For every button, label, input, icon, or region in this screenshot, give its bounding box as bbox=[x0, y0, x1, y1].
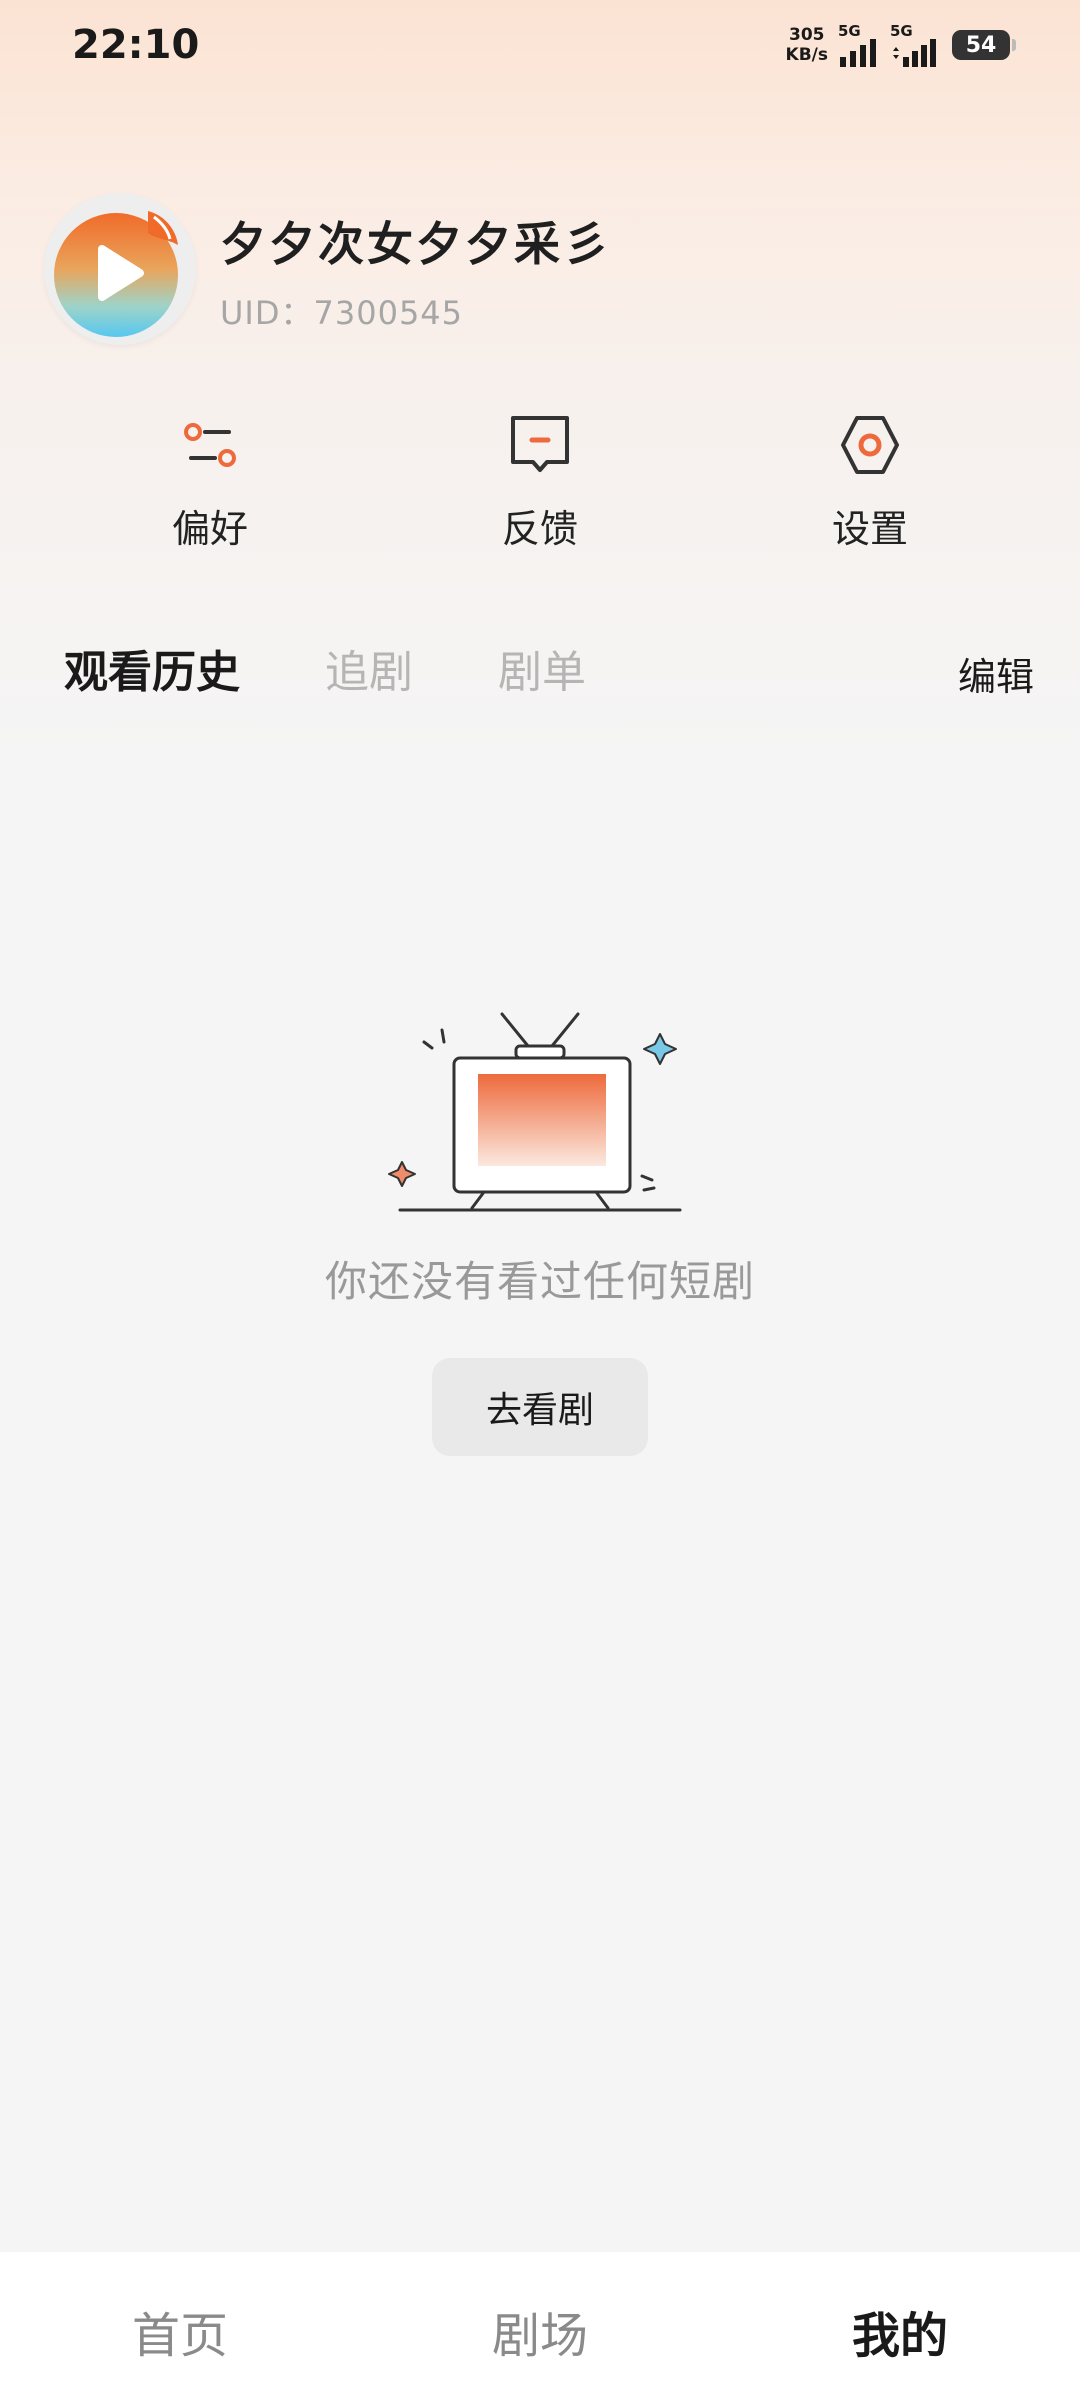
nav-mine[interactable]: 我的 bbox=[800, 2296, 1000, 2366]
avatar[interactable] bbox=[44, 193, 196, 345]
network-speed: 305 KB/s bbox=[786, 25, 828, 65]
settings-button[interactable]: 设置 bbox=[790, 410, 950, 560]
network-speed-unit: KB/s bbox=[785, 45, 828, 65]
quick-actions: 偏好 反馈 设置 bbox=[0, 410, 1080, 560]
nav-home[interactable]: 首页 bbox=[80, 2296, 280, 2366]
go-watch-button[interactable]: 去看剧 bbox=[432, 1358, 648, 1456]
signal-sim1-label: 5G bbox=[838, 21, 861, 40]
signal-sim1: 5G bbox=[838, 21, 880, 67]
tab-watch-history[interactable]: 观看历史 bbox=[64, 636, 240, 700]
status-bar: 22:10 305 KB/s 5G 5G 54 bbox=[0, 0, 1080, 92]
status-indicators: 305 KB/s 5G 5G 54 bbox=[786, 21, 1016, 68]
history-tabs: 观看历史 追剧 剧单 编辑 bbox=[0, 630, 1080, 710]
feedback-icon bbox=[511, 416, 569, 472]
tab-playlist[interactable]: 剧单 bbox=[498, 636, 586, 700]
signal-bars-icon bbox=[840, 38, 876, 67]
empty-state-message: 你还没有看过任何短剧 bbox=[324, 1257, 755, 1306]
feedback-button[interactable]: 反馈 bbox=[460, 410, 620, 560]
feedback-label: 反馈 bbox=[501, 507, 578, 551]
preferences-icon bbox=[184, 423, 236, 467]
edit-button[interactable]: 编辑 bbox=[958, 646, 1034, 701]
battery-icon: 54 bbox=[952, 30, 1016, 60]
preferences-button[interactable]: 偏好 bbox=[130, 410, 290, 560]
app-logo-icon bbox=[50, 199, 190, 339]
signal-bars-data-icon bbox=[893, 38, 936, 67]
tab-following[interactable]: 追剧 bbox=[325, 636, 413, 700]
signal-sim2: 5G bbox=[890, 21, 942, 67]
status-time: 22:10 bbox=[72, 22, 200, 68]
settings-label: 设置 bbox=[831, 507, 908, 551]
tv-illustration bbox=[380, 1000, 700, 1230]
preferences-label: 偏好 bbox=[171, 507, 248, 551]
username: 夕夕次女夕夕采彡 bbox=[220, 217, 612, 271]
settings-icon bbox=[841, 416, 899, 474]
user-id: UID：7300545 bbox=[220, 294, 464, 332]
network-speed-value: 305 bbox=[789, 25, 825, 45]
nav-theater[interactable]: 剧场 bbox=[440, 2296, 640, 2366]
bottom-navigation: 首页 剧场 我的 bbox=[0, 2252, 1080, 2400]
signal-sim2-label: 5G bbox=[890, 21, 913, 40]
